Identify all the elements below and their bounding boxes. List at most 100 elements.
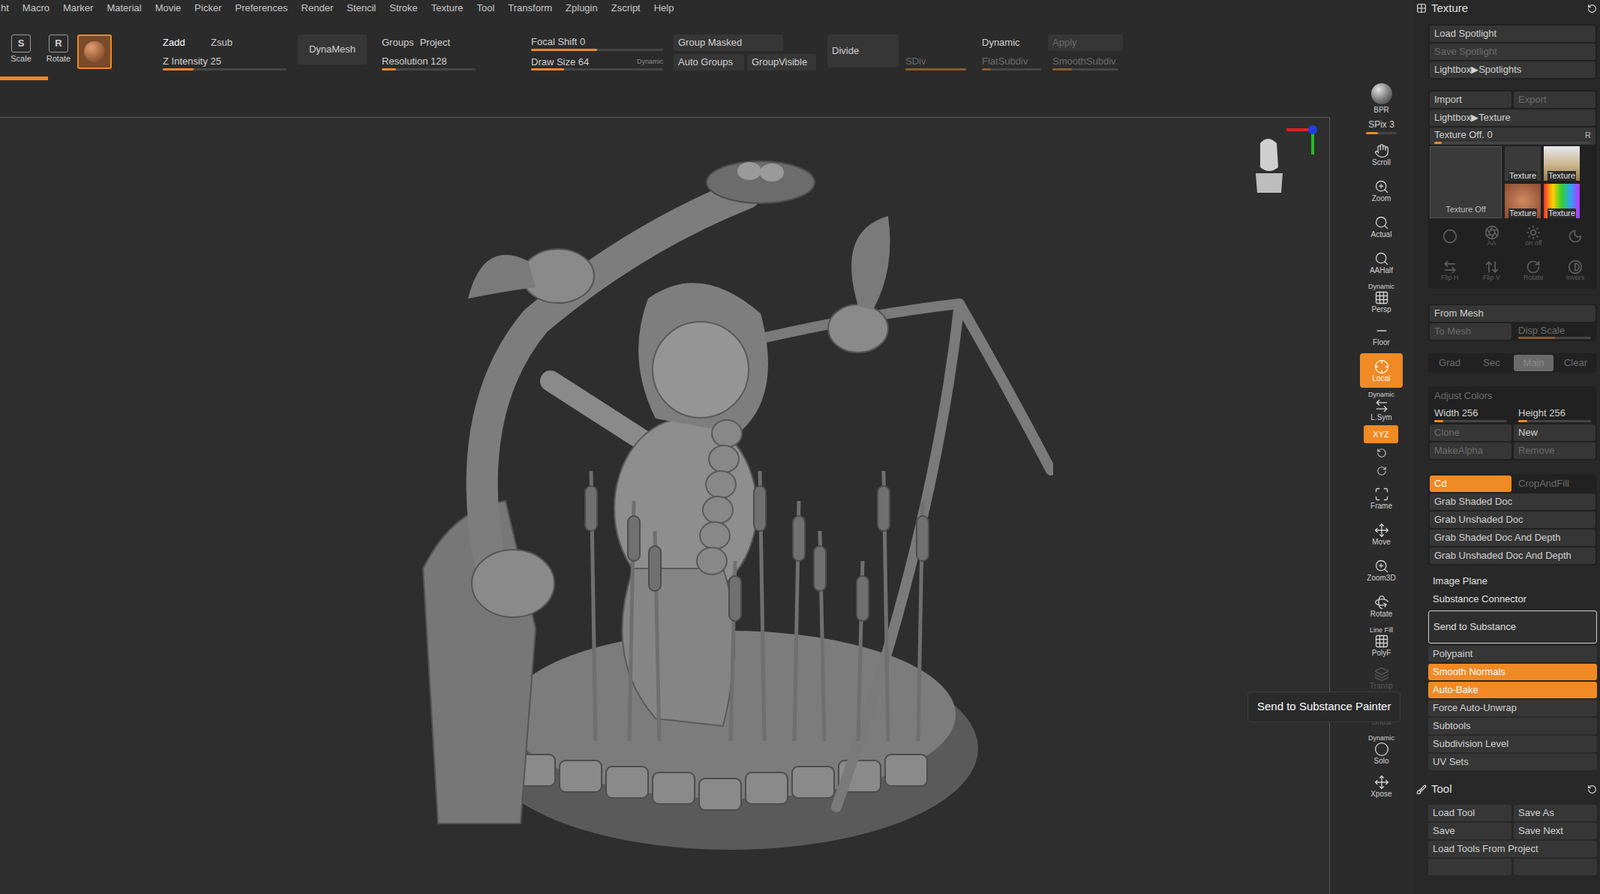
history-bar[interactable]: [0, 76, 1330, 81]
slider-track[interactable]: [1434, 420, 1507, 423]
texture-thumbnail[interactable]: Texture: [1504, 183, 1541, 219]
texture-palette-header[interactable]: Texture: [1413, 0, 1600, 17]
slider-track[interactable]: [381, 68, 476, 71]
menu-item[interactable]: Stroke: [389, 0, 418, 16]
cd-button[interactable]: CropAndFill: [1513, 475, 1596, 493]
grad-button[interactable]: Grad: [1429, 354, 1470, 372]
zmode-button[interactable]: Zsub: [206, 34, 252, 52]
groups-toggle[interactable]: Groups: [381, 35, 415, 51]
viewport[interactable]: [0, 117, 1330, 894]
texture-size-slider[interactable]: Width 256: [1429, 405, 1512, 424]
grab-doc-button[interactable]: Grab Unshaded Doc And Depth: [1429, 547, 1596, 565]
menu-item[interactable]: Material: [106, 0, 142, 16]
shelf-button[interactable]: Actual: [1359, 209, 1403, 244]
shelf-button[interactable]: Zoom3D: [1359, 552, 1403, 588]
substance-option-toggle[interactable]: Smooth Normals: [1428, 663, 1597, 681]
texture-thumbnail[interactable]: Texture: [1543, 146, 1580, 181]
slider-track[interactable]: [1434, 141, 1591, 145]
send-to-substance-button[interactable]: Send to Substance: [1428, 610, 1597, 644]
substance-option-toggle[interactable]: Subtools: [1428, 717, 1597, 735]
disp-scale-slider[interactable]: Disp Scale: [1513, 323, 1596, 341]
adjust-colors-button[interactable]: Adjust Colors: [1429, 387, 1596, 405]
menu-item[interactable]: ht: [0, 0, 10, 16]
project-toggle[interactable]: Project: [420, 35, 451, 51]
menu-item[interactable]: Zscript: [611, 0, 641, 16]
shelf-button[interactable]: Transp: [1359, 660, 1403, 696]
spotlight-button[interactable]: Lightbox▶Spotlights: [1429, 61, 1596, 79]
texture-tool-button[interactable]: [1429, 219, 1471, 253]
cd-button[interactable]: Cd: [1429, 475, 1512, 493]
tool-button[interactable]: Load Tool: [1428, 804, 1512, 822]
subpalette-header[interactable]: Substance Connector: [1428, 591, 1597, 608]
tool-palette-header[interactable]: Tool: [1413, 780, 1600, 799]
texture-tool-button[interactable]: Rotate: [1513, 254, 1555, 288]
current-texture-slot[interactable]: Texture Off: [1429, 146, 1502, 219]
menu-item[interactable]: Tool: [476, 0, 495, 16]
substance-option-toggle[interactable]: Subdivision Level: [1428, 735, 1597, 753]
transform-tool-button[interactable]: RRotate: [43, 34, 74, 66]
focal-shift-slider[interactable]: Focal Shift 0: [526, 34, 668, 52]
substance-option-toggle[interactable]: Force Auto-Unwrap: [1428, 699, 1597, 717]
slider-track[interactable]: [1518, 420, 1591, 423]
spix-slider[interactable]: SPix 3: [1359, 117, 1403, 136]
divide-button[interactable]: Divide: [827, 34, 899, 68]
texture-tool-button[interactable]: AA: [1471, 219, 1513, 253]
shelf-button[interactable]: Scroll: [1359, 137, 1403, 172]
reset-icon[interactable]: [1587, 784, 1597, 795]
tool-button[interactable]: Save: [1428, 822, 1512, 840]
grab-doc-button[interactable]: Grab Shaded Doc And Depth: [1429, 529, 1596, 547]
smooth-subdiv-slider[interactable]: SmoothSubdiv: [1047, 54, 1123, 72]
auto-groups-button[interactable]: Auto Groups: [673, 54, 745, 71]
menu-item[interactable]: Transform: [507, 0, 553, 16]
tool-button[interactable]: [1428, 858, 1512, 876]
shelf-button[interactable]: Zoom: [1359, 173, 1403, 208]
menu-item[interactable]: Marker: [63, 0, 94, 16]
zmode-button[interactable]: Zadd: [158, 34, 204, 52]
shelf-button[interactable]: Frame: [1359, 480, 1403, 516]
shelf-button[interactable]: AAHalf: [1359, 245, 1403, 280]
grab-doc-button[interactable]: Grab Shaded Doc: [1429, 493, 1596, 511]
menu-item[interactable]: Macro: [22, 0, 50, 16]
spotlight-button[interactable]: Load Spotlight: [1429, 25, 1596, 43]
shelf-button[interactable]: DynamicPersp: [1359, 281, 1403, 316]
grad-button[interactable]: Clear: [1555, 354, 1596, 372]
slider-track[interactable]: [905, 68, 967, 71]
grad-button[interactable]: Sec: [1471, 354, 1512, 372]
shelf-button[interactable]: Local: [1359, 353, 1403, 388]
menu-item[interactable]: Preferences: [234, 0, 288, 16]
apply-button[interactable]: Apply: [1047, 34, 1123, 52]
slider-track[interactable]: [531, 68, 664, 71]
slider-track[interactable]: [1518, 336, 1591, 340]
r-button[interactable]: R: [1584, 129, 1591, 142]
texture-thumbnail[interactable]: Texture: [1543, 183, 1580, 219]
dynamesh-button[interactable]: DynaMesh: [297, 34, 367, 65]
texture-tool-button[interactable]: on off: [1513, 219, 1555, 253]
shelf-button[interactable]: Xpose: [1359, 768, 1403, 804]
shelf-button[interactable]: DynamicSolo: [1359, 732, 1403, 768]
menu-item[interactable]: Stencil: [346, 0, 376, 16]
slider-track[interactable]: [981, 68, 1042, 71]
shelf-button[interactable]: Move: [1359, 516, 1403, 552]
flat-subdiv-slider[interactable]: FlatSubdiv: [977, 54, 1046, 72]
navigation-gizmo-icon[interactable]: [1245, 120, 1328, 196]
dynamic-subdiv-toggle[interactable]: Dynamic: [977, 34, 1046, 52]
rotate-axis-button[interactable]: [1359, 444, 1403, 462]
to-mesh-button[interactable]: To Mesh: [1429, 323, 1512, 341]
tool-button[interactable]: Save Next: [1513, 822, 1597, 840]
substance-option-toggle[interactable]: Auto-Bake: [1428, 681, 1597, 699]
texture-tool-button[interactable]: Flip V: [1471, 254, 1513, 288]
import-export-button[interactable]: Export: [1513, 91, 1596, 109]
load-tools-from-project-button[interactable]: Load Tools From Project: [1428, 840, 1597, 858]
reset-icon[interactable]: [1587, 3, 1597, 14]
group-masked-button[interactable]: Group Masked: [673, 34, 784, 52]
substance-option-toggle[interactable]: Polypaint: [1428, 645, 1597, 663]
material-swatch[interactable]: [77, 34, 112, 70]
alpha-button[interactable]: Remove: [1513, 442, 1596, 460]
grab-doc-button[interactable]: Grab Unshaded Doc: [1429, 511, 1596, 529]
texture-tool-button[interactable]: Invers: [1554, 254, 1596, 288]
import-export-button[interactable]: Import: [1429, 91, 1512, 109]
menu-item[interactable]: Texture: [431, 0, 464, 16]
menu-item[interactable]: Render: [301, 0, 334, 16]
bpr-button[interactable]: BPR: [1359, 81, 1403, 117]
tool-button[interactable]: [1513, 858, 1597, 876]
